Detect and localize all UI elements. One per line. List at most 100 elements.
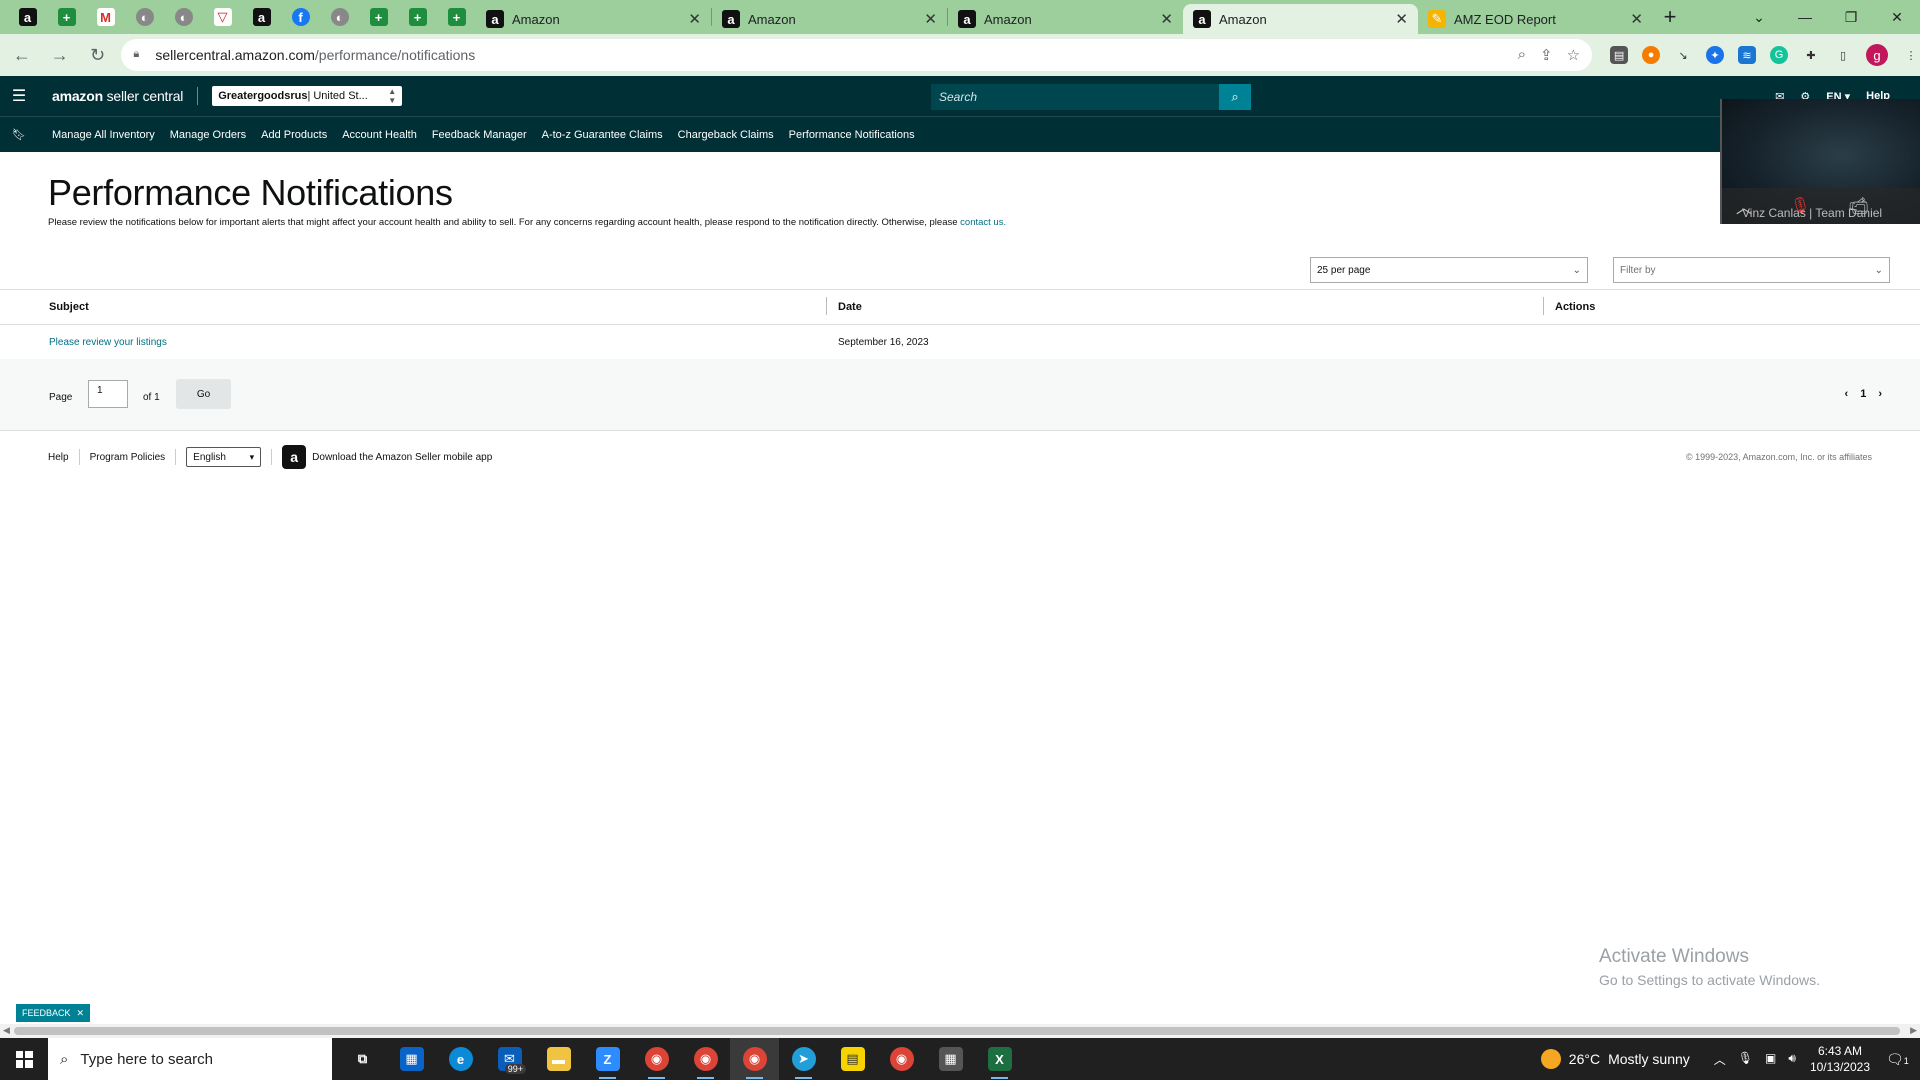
program-policies-link[interactable]: Program Policies: [90, 452, 166, 463]
address-bar[interactable]: 🔒︎ sellercentral.amazon.com/performance/…: [121, 39, 1593, 71]
nav-manage-all-inventory[interactable]: Manage All Inventory: [52, 129, 155, 141]
browser-tab[interactable]: a Amazon ✕: [476, 4, 711, 34]
nav-manage-orders[interactable]: Manage Orders: [170, 129, 246, 141]
start-button[interactable]: [0, 1050, 48, 1068]
taskbar-app[interactable]: ✉ 99+: [485, 1038, 534, 1080]
pinned-tab[interactable]: ◐: [164, 0, 203, 34]
new-tab-button[interactable]: +: [1653, 0, 1687, 34]
download-app-link[interactable]: Download the Amazon Seller mobile app: [312, 452, 492, 463]
pinned-tab[interactable]: +: [398, 0, 437, 34]
browser-tab[interactable]: a Amazon ✕: [712, 4, 947, 34]
pinned-tab[interactable]: ◐: [125, 0, 164, 34]
taskbar-app[interactable]: ▤: [828, 1038, 877, 1080]
taskbar-app[interactable]: Z: [583, 1038, 632, 1080]
footer-help-link[interactable]: Help: [48, 452, 69, 463]
extension-icon[interactable]: ↘: [1674, 46, 1692, 64]
page-number-input[interactable]: 1: [88, 380, 128, 408]
nav-a-to-z-claims[interactable]: A-to-z Guarantee Claims: [542, 129, 663, 141]
weather-widget[interactable]: 26°C Mostly sunny: [1540, 1049, 1690, 1069]
taskbar-app[interactable]: e: [436, 1038, 485, 1080]
scrollbar-thumb[interactable]: [14, 1027, 1900, 1035]
nav-performance-notifications[interactable]: Performance Notifications: [789, 129, 915, 141]
pinned-tab[interactable]: ◐: [320, 0, 359, 34]
taskbar-app[interactable]: X: [975, 1038, 1024, 1080]
notification-icon[interactable]: 🗨︎1: [1886, 1051, 1910, 1068]
network-icon[interactable]: ▣: [1765, 1051, 1776, 1068]
scroll-left-icon[interactable]: ◀: [3, 1025, 10, 1036]
reload-button[interactable]: ↻: [82, 39, 114, 71]
taskbar-app[interactable]: ➤: [779, 1038, 828, 1080]
taskbar-app[interactable]: ◉: [681, 1038, 730, 1080]
per-page-select[interactable]: 25 per page ⌄: [1310, 257, 1588, 283]
task-view-button[interactable]: ⧉: [338, 1038, 387, 1080]
close-icon[interactable]: ✕: [1395, 10, 1408, 28]
filter-select[interactable]: Filter by ⌄: [1613, 257, 1890, 283]
bookmark-icon[interactable]: 🔖︎: [0, 128, 38, 141]
close-icon[interactable]: ✕: [924, 10, 937, 28]
extension-icon[interactable]: ●: [1642, 46, 1661, 64]
page-number[interactable]: 1: [1860, 388, 1866, 400]
microphone-icon[interactable]: 🎙︎: [1738, 1051, 1753, 1068]
nav-chargeback-claims[interactable]: Chargeback Claims: [678, 129, 774, 141]
nav-add-products[interactable]: Add Products: [261, 129, 327, 141]
zoom-icon[interactable]: ⌕: [1518, 46, 1526, 64]
pinned-tab[interactable]: ▽: [203, 0, 242, 34]
hamburger-menu-icon[interactable]: ☰: [0, 86, 38, 106]
column-date[interactable]: Date: [826, 297, 1543, 315]
pinned-tab[interactable]: +: [47, 0, 86, 34]
puzzle-icon[interactable]: ✚: [1802, 46, 1820, 64]
restore-button[interactable]: ❐: [1828, 0, 1874, 34]
video-call-overlay[interactable]: ︿ 🎙︎ 📹︎ Vinz Canlas | Team Daniel: [1720, 99, 1920, 224]
minimize-button[interactable]: —: [1782, 0, 1828, 34]
taskbar-app[interactable]: ◉: [877, 1038, 926, 1080]
volume-icon[interactable]: 🔊︎: [1788, 1051, 1796, 1068]
taskbar-clock[interactable]: 6:43 AM 10/13/2023: [1810, 1043, 1870, 1075]
chevron-up-icon[interactable]: ︿: [1714, 1051, 1726, 1068]
extension-icon[interactable]: ≋: [1738, 46, 1757, 64]
chevron-right-icon[interactable]: ›: [1878, 388, 1882, 400]
pinned-tab[interactable]: +: [359, 0, 398, 34]
close-icon[interactable]: ✕: [1630, 10, 1643, 28]
extension-icon[interactable]: ▤: [1610, 46, 1629, 64]
store-selector[interactable]: Greatergoodsrus | United St... ▲ ▼: [212, 86, 403, 106]
go-button[interactable]: Go: [176, 379, 231, 409]
taskbar-search[interactable]: ⌕ Type here to search: [48, 1038, 332, 1080]
notification-subject-link[interactable]: Please review your listings: [49, 337, 167, 348]
seller-central-logo[interactable]: amazon seller central: [52, 88, 183, 104]
pinned-tab[interactable]: M: [86, 0, 125, 34]
taskbar-app-active[interactable]: ◉: [730, 1038, 779, 1080]
pinned-tab[interactable]: a: [8, 0, 47, 34]
taskbar-app[interactable]: ▦: [387, 1038, 436, 1080]
grammarly-icon[interactable]: G: [1770, 46, 1789, 64]
pinned-tab[interactable]: +: [437, 0, 476, 34]
column-subject[interactable]: Subject: [0, 301, 826, 313]
close-icon[interactable]: ✕: [76, 1008, 84, 1019]
language-select[interactable]: English ▾: [186, 447, 262, 467]
pinned-tab[interactable]: f: [281, 0, 320, 34]
contact-us-link[interactable]: contact us.: [960, 217, 1006, 228]
search-input[interactable]: Search: [931, 84, 1219, 110]
bookmark-star-icon[interactable]: ☆: [1567, 46, 1580, 64]
profile-avatar[interactable]: g: [1866, 44, 1889, 66]
close-window-button[interactable]: ✕: [1874, 0, 1920, 34]
scroll-right-icon[interactable]: ▶: [1910, 1025, 1917, 1036]
taskbar-app[interactable]: ◉: [632, 1038, 681, 1080]
tab-search-icon[interactable]: ⌄: [1736, 0, 1782, 34]
browser-tab[interactable]: ✎ AMZ EOD Report ✕: [1418, 4, 1653, 34]
close-icon[interactable]: ✕: [1160, 10, 1173, 28]
forward-button[interactable]: →: [44, 39, 76, 71]
side-panel-icon[interactable]: ▯: [1834, 46, 1852, 64]
feedback-button[interactable]: FEEDBACK ✕: [16, 1004, 90, 1022]
nav-account-health[interactable]: Account Health: [342, 129, 417, 141]
horizontal-scrollbar[interactable]: ◀ ▶: [0, 1024, 1920, 1038]
browser-tab[interactable]: a Amazon ✕: [948, 4, 1183, 34]
browser-tab-active[interactable]: a Amazon ✕: [1183, 4, 1418, 34]
search-button[interactable]: ⌕: [1219, 84, 1251, 110]
kebab-menu-icon[interactable]: ⋮: [1902, 46, 1920, 64]
amazon-app-icon[interactable]: a: [282, 445, 307, 469]
extension-icon[interactable]: ✦: [1706, 46, 1725, 64]
nav-feedback-manager[interactable]: Feedback Manager: [432, 129, 527, 141]
taskbar-app[interactable]: ▬: [534, 1038, 583, 1080]
close-icon[interactable]: ✕: [688, 10, 701, 28]
share-icon[interactable]: ⇪: [1540, 46, 1553, 64]
